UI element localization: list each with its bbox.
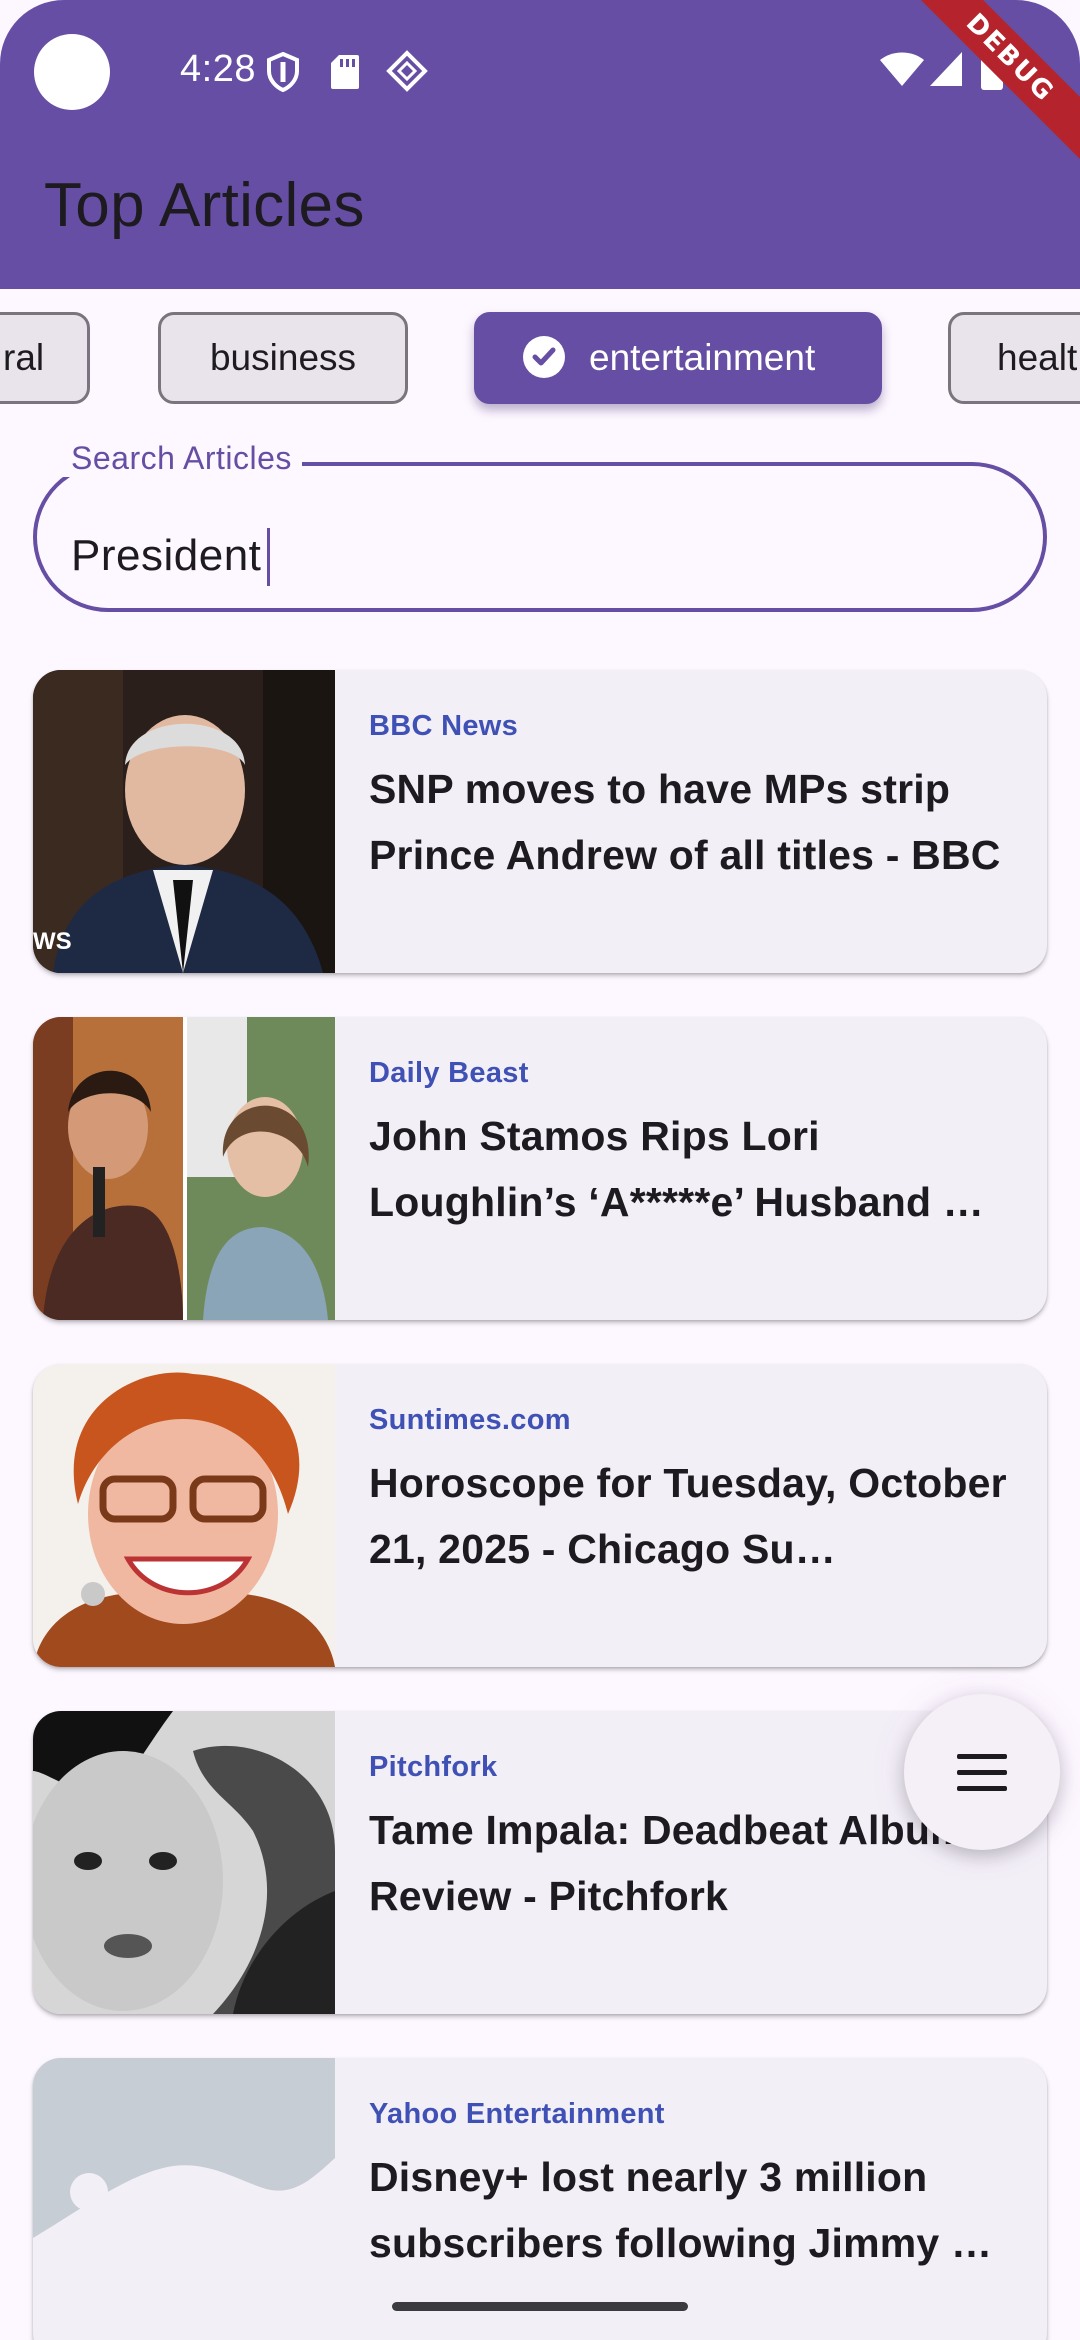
camera-cutout: [34, 34, 110, 110]
chip-label: healt: [997, 337, 1078, 378]
check-icon: [523, 336, 565, 379]
status-time: 4:28: [180, 48, 256, 90]
article-card[interactable]: Daily Beast John Stamos Rips Lori Loughl…: [33, 1017, 1047, 1320]
article-card[interactable]: WS BBC News SNP moves to have MPs strip …: [33, 670, 1047, 973]
article-title: Disney+ lost nearly 3 million subscriber…: [369, 2154, 993, 2266]
home-indicator[interactable]: [392, 2302, 688, 2311]
article-thumbnail: [33, 1711, 335, 2014]
article-title: Horoscope for Tuesday, October 21, 2025 …: [369, 1460, 1007, 1572]
article-source: Suntimes.com: [369, 1404, 571, 1436]
search-input[interactable]: [71, 531, 971, 581]
text-caret: [267, 528, 270, 586]
category-chips: ral business entertainment healt: [0, 312, 1080, 408]
article-thumbnail: [33, 1364, 335, 1667]
search-label: Search Articles: [61, 440, 302, 477]
chip-label: business: [209, 337, 357, 378]
article-source: BBC News: [369, 710, 519, 742]
chip-label: entertainment: [589, 337, 816, 378]
menu-icon: [957, 1754, 1007, 1802]
search-field[interactable]: Search Articles: [33, 440, 1047, 614]
article-thumbnail: [33, 1017, 335, 1320]
article-source: Yahoo Entertainment: [369, 2098, 665, 2130]
shield-icon: [267, 52, 299, 92]
article-card[interactable]: Suntimes.com Horoscope for Tuesday, Octo…: [33, 1364, 1047, 1667]
chip-business[interactable]: business: [158, 312, 408, 404]
image-placeholder-icon: [33, 2058, 335, 2340]
article-source: Pitchfork: [369, 1751, 498, 1783]
menu-fab[interactable]: [904, 1694, 1060, 1850]
sd-card-icon: [331, 55, 359, 89]
chip-health[interactable]: healt: [948, 312, 1080, 404]
article-thumbnail: WS: [33, 670, 335, 973]
article-title: SNP moves to have MPs strip Prince Andre…: [369, 766, 1001, 878]
article-card[interactable]: Yahoo Entertainment Disney+ lost nearly …: [33, 2058, 1047, 2340]
article-title: John Stamos Rips Lori Loughlin’s ‘A*****…: [369, 1113, 984, 1225]
diamond-icon: [386, 50, 428, 92]
signal-icon: [930, 52, 962, 86]
chip-entertainment[interactable]: entertainment: [474, 312, 882, 404]
chip-general[interactable]: ral: [0, 312, 90, 404]
search-input-outline[interactable]: [33, 462, 1047, 612]
article-source: Daily Beast: [369, 1057, 529, 1089]
article-card[interactable]: Pitchfork Tame Impala: Deadbeat Album Re…: [33, 1711, 1047, 2014]
chip-label: ral: [3, 337, 45, 378]
thumb-watermark: WS: [33, 928, 72, 955]
app-bar: 4:28 DEBUG Top Articles: [0, 0, 1080, 289]
app-screen: 4:28 DEBUG Top Articles ral business ent…: [0, 0, 1080, 2340]
page-title: Top Articles: [44, 171, 365, 240]
wifi-icon: [880, 52, 924, 86]
